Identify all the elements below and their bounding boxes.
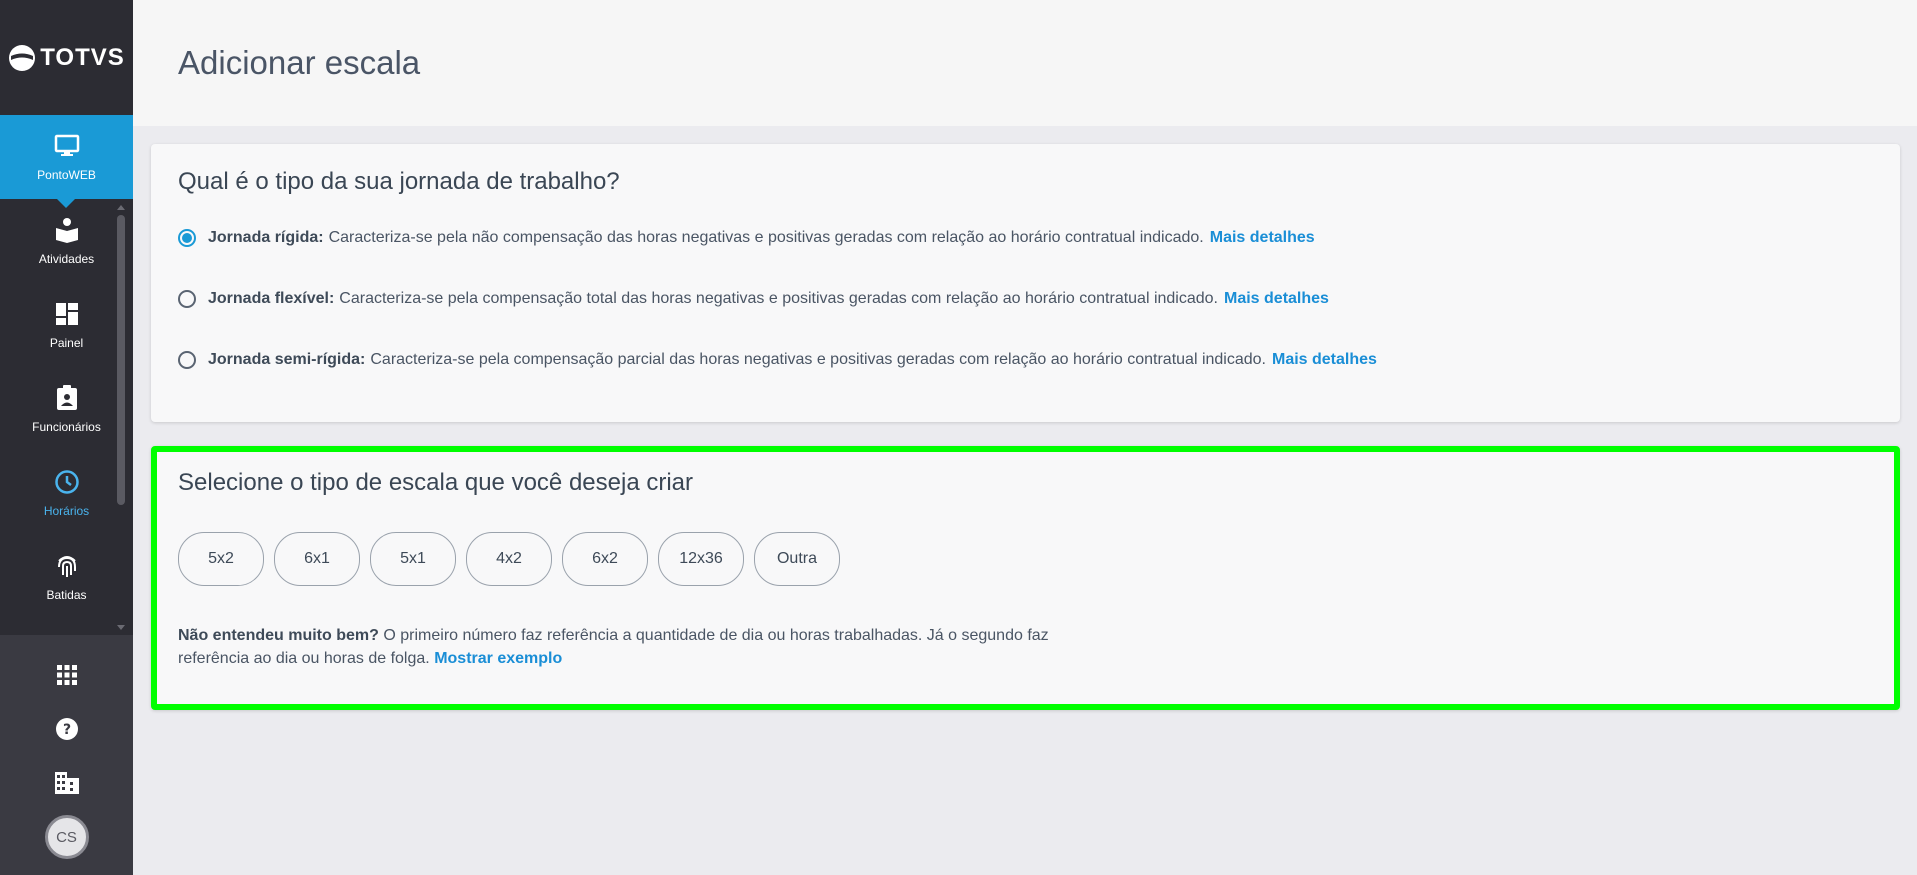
scale-title: Selecione o tipo de escala que você dese…	[178, 469, 693, 496]
fingerprint-icon	[53, 552, 81, 580]
chip-4x2[interactable]: 4x2	[466, 532, 552, 586]
chip-6x1[interactable]: 6x1	[274, 532, 360, 586]
chip-12x36[interactable]: 12x36	[658, 532, 744, 586]
sidebar-item-label: PontoWEB	[37, 168, 96, 182]
journey-title: Qual é o tipo da sua jornada de trabalho…	[178, 168, 620, 195]
sidebar-item-label: Batidas	[46, 588, 87, 602]
sidebar-item-atividades[interactable]: Atividades	[0, 199, 133, 283]
journey-type-card: Qual é o tipo da sua jornada de trabalho…	[151, 144, 1900, 422]
option-description: Caracteriza-se pela compensação parcial …	[370, 351, 1266, 368]
help-text: Não entendeu muito bem? O primeiro númer…	[178, 624, 1118, 670]
scale-type-card: Selecione o tipo de escala que você dese…	[151, 446, 1900, 710]
totvs-logo-icon	[9, 44, 36, 71]
sidebar-scrollbar[interactable]	[117, 215, 125, 505]
option-name: Jornada semi-rígida:	[208, 351, 366, 368]
radio-semi-rigida[interactable]	[178, 351, 196, 369]
sidebar-item-label: Atividades	[38, 252, 95, 266]
chip-6x2[interactable]: 6x2	[562, 532, 648, 586]
sidebar-item-label: Horários	[43, 504, 90, 518]
sidebar-item-funcionarios[interactable]: Funcionários	[0, 367, 133, 451]
chip-outra[interactable]: Outra	[754, 532, 840, 586]
brand-name: TOTVS	[40, 43, 125, 71]
help-icon[interactable]: ?	[55, 717, 79, 741]
totvs-logo[interactable]: TOTVS	[0, 0, 133, 115]
clock-icon	[53, 468, 81, 496]
radio-flexivel[interactable]	[178, 290, 196, 308]
building-icon[interactable]	[54, 772, 79, 794]
sidebar: TOTVS PontoWEB Atividades Painel Funcion…	[0, 0, 133, 875]
avatar[interactable]: CS	[44, 815, 89, 859]
chip-5x1[interactable]: 5x1	[370, 532, 456, 586]
journey-option-rigida: Jornada rígida: Caracteriza-se pela não …	[178, 229, 1315, 247]
sidebar-item-label: Painel	[49, 336, 84, 350]
journey-option-flexivel: Jornada flexível: Caracteriza-se pela co…	[178, 290, 1329, 308]
help-bold: Não entendeu muito bem?	[178, 627, 379, 644]
option-name: Jornada rígida:	[208, 229, 324, 246]
avatar-initials: CS	[44, 815, 89, 859]
page-header: Adicionar escala	[133, 0, 1917, 126]
option-name: Jornada flexível:	[208, 290, 335, 307]
reading-icon	[53, 216, 81, 244]
page-title: Adicionar escala	[178, 44, 421, 81]
radio-rigida[interactable]	[178, 229, 196, 247]
option-description: Caracteriza-se pela compensação total da…	[339, 290, 1218, 307]
show-example-link[interactable]: Mostrar exemplo	[434, 650, 562, 667]
sidebar-item-painel[interactable]: Painel	[0, 283, 133, 367]
svg-text:?: ?	[62, 722, 70, 738]
monitor-icon	[53, 132, 81, 160]
scroll-up-arrow[interactable]	[117, 205, 125, 210]
option-description: Caracteriza-se pela não compensação das …	[328, 229, 1204, 246]
sidebar-item-horarios[interactable]: Horários	[0, 451, 133, 535]
sidebar-bottom: ? CS	[0, 635, 133, 875]
dashboard-icon	[53, 300, 81, 328]
apps-grid-icon[interactable]	[56, 665, 77, 685]
details-link[interactable]: Mais detalhes	[1272, 351, 1377, 369]
sidebar-item-batidas[interactable]: Batidas	[0, 535, 133, 619]
journey-option-semi-rigida: Jornada semi-rígida: Caracteriza-se pela…	[178, 351, 1377, 369]
details-link[interactable]: Mais detalhes	[1210, 229, 1315, 247]
chip-5x2[interactable]: 5x2	[178, 532, 264, 586]
details-link[interactable]: Mais detalhes	[1224, 290, 1329, 308]
sidebar-item-label: Funcionários	[32, 420, 101, 434]
sidebar-item-pontoweb[interactable]: PontoWEB	[0, 115, 133, 208]
scroll-down-arrow[interactable]	[117, 625, 125, 630]
scale-chips: 5x2 6x1 5x1 4x2 6x2 12x36 Outra	[178, 532, 840, 586]
badge-icon	[53, 384, 81, 412]
